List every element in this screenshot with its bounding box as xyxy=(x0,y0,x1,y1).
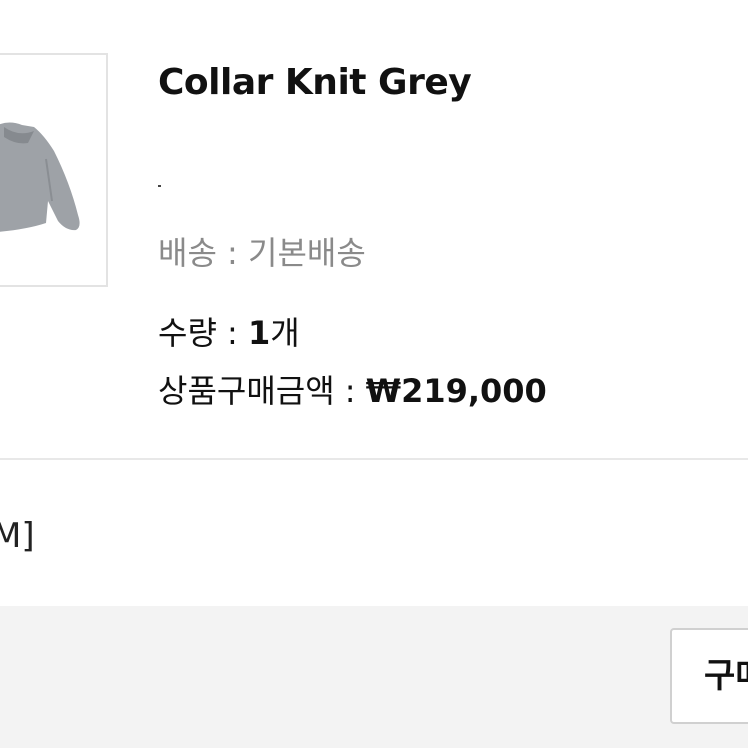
sweater-image xyxy=(0,122,80,232)
quantity-info: 수량 : 1개 xyxy=(158,308,300,354)
quantity-label: 수량 : xyxy=(158,314,249,352)
price-label: 상품구매금액 : xyxy=(158,372,366,410)
footer-bar xyxy=(0,606,748,748)
shipping-value: 기본배송 xyxy=(248,234,366,272)
shipping-info: 배송 : 기본배송 xyxy=(158,228,366,274)
option-dot xyxy=(158,185,161,187)
section-divider xyxy=(0,458,748,460)
product-title[interactable]: Collar Knit Grey xyxy=(158,62,472,103)
selected-option: M] xyxy=(0,516,35,556)
product-thumbnail[interactable] xyxy=(0,53,108,287)
price-info: 상품구매금액 : ₩219,000 xyxy=(158,366,547,412)
quantity-value: 1 xyxy=(248,314,271,352)
quantity-unit: 개 xyxy=(270,314,300,352)
price-value: ₩219,000 xyxy=(365,372,547,410)
buy-button[interactable]: 구매 xyxy=(670,628,748,724)
shipping-label: 배송 : xyxy=(158,234,249,272)
